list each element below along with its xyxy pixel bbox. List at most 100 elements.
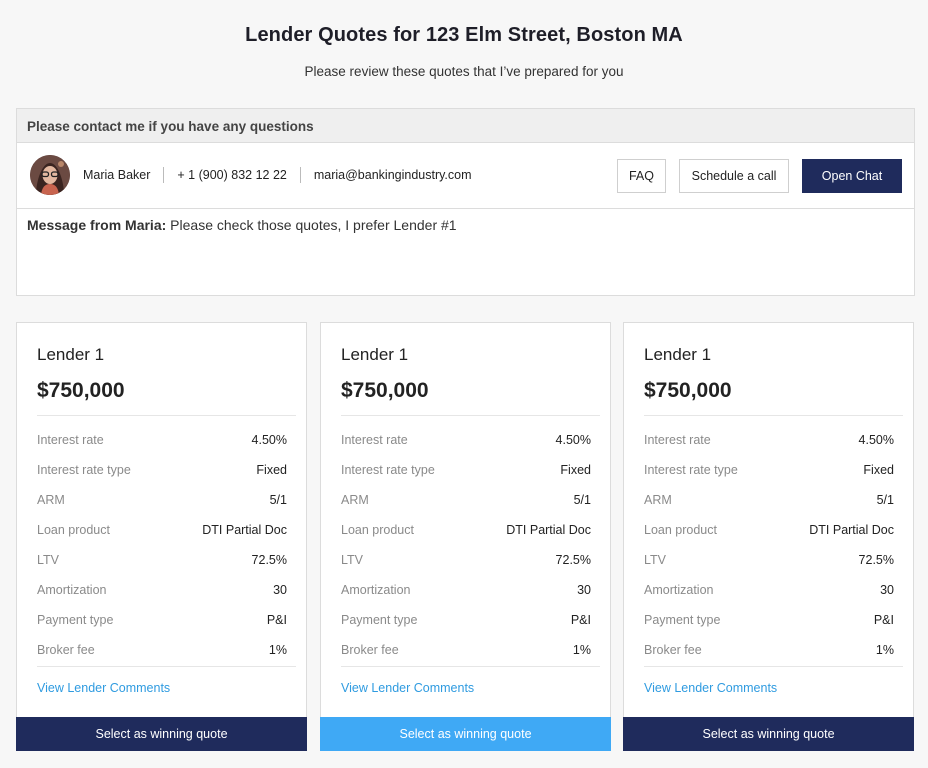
detail-row-interest-rate: Interest rate 4.50% bbox=[644, 425, 894, 455]
detail-label: Payment type bbox=[37, 613, 114, 627]
quote-details: Interest rate 4.50% Interest rate type Fix… bbox=[37, 425, 287, 665]
detail-value: 72.5% bbox=[555, 553, 591, 567]
agent-message: Message from Maria: Please check those q… bbox=[17, 209, 914, 241]
page-title: Lender Quotes for 123 Elm Street, Boston… bbox=[245, 24, 683, 46]
select-winning-quote-button[interactable]: Select as winning quote bbox=[16, 717, 307, 751]
lender-name: Lender 1 bbox=[644, 345, 712, 364]
detail-row-loan-product: Loan product DTI Partial Doc bbox=[37, 515, 287, 545]
page-subtitle: Please review these quotes that I’ve pre… bbox=[304, 64, 624, 79]
view-lender-comments-link[interactable]: View Lender Comments bbox=[37, 681, 170, 695]
detail-label: Loan product bbox=[644, 523, 717, 537]
detail-label: Amortization bbox=[37, 583, 107, 597]
detail-value: DTI Partial Doc bbox=[506, 523, 591, 537]
divider bbox=[299, 167, 301, 183]
detail-row-broker-fee: Broker fee 1% bbox=[644, 635, 894, 665]
faq-button[interactable]: FAQ bbox=[617, 159, 666, 193]
detail-row-arm: ARM 5/1 bbox=[37, 485, 287, 515]
detail-value: 1% bbox=[572, 643, 591, 657]
quote-details: Interest rate 4.50% Interest rate type Fix… bbox=[644, 425, 894, 665]
detail-row-loan-product: Loan product DTI Partial Doc bbox=[341, 515, 591, 545]
agent-contact-row: Maria Baker + 1 (900) 832 12 22 maria@ba… bbox=[17, 143, 914, 209]
detail-row-ltv: LTV 72.5% bbox=[644, 545, 894, 575]
detail-value: 5/1 bbox=[269, 493, 287, 507]
detail-label: Interest rate bbox=[341, 433, 408, 447]
schedule-call-button[interactable]: Schedule a call bbox=[679, 159, 789, 193]
agent-email[interactable]: maria@bankingindustry.com bbox=[314, 168, 472, 182]
detail-label: LTV bbox=[341, 553, 363, 567]
view-lender-comments-link[interactable]: View Lender Comments bbox=[644, 681, 777, 695]
quote-details: Interest rate 4.50% Interest rate type Fix… bbox=[341, 425, 591, 665]
divider bbox=[644, 415, 903, 416]
contact-info: Maria Baker + 1 (900) 832 12 22 maria@ba… bbox=[83, 167, 472, 183]
detail-label: Broker fee bbox=[37, 643, 95, 657]
detail-row-ltv: LTV 72.5% bbox=[341, 545, 591, 575]
detail-label: Broker fee bbox=[341, 643, 399, 657]
detail-value: Fixed bbox=[560, 463, 591, 477]
detail-row-amortization: Amortization 30 bbox=[644, 575, 894, 605]
divider bbox=[37, 415, 296, 416]
quote-card: Lender 1 $750,000 Interest rate 4.50% Int… bbox=[16, 322, 307, 751]
view-lender-comments-link[interactable]: View Lender Comments bbox=[341, 681, 474, 695]
avatar bbox=[30, 155, 70, 195]
detail-value: DTI Partial Doc bbox=[809, 523, 894, 537]
detail-value: 30 bbox=[577, 583, 591, 597]
detail-value: Fixed bbox=[256, 463, 287, 477]
detail-row-interest-rate: Interest rate 4.50% bbox=[37, 425, 287, 455]
detail-row-amortization: Amortization 30 bbox=[37, 575, 287, 605]
detail-label: Payment type bbox=[341, 613, 418, 627]
divider bbox=[341, 415, 600, 416]
divider bbox=[37, 666, 296, 667]
detail-label: ARM bbox=[341, 493, 369, 507]
detail-value: 4.50% bbox=[251, 433, 287, 447]
detail-value: DTI Partial Doc bbox=[202, 523, 287, 537]
detail-value: P&I bbox=[873, 613, 894, 627]
detail-label: Interest rate bbox=[37, 433, 104, 447]
detail-label: Broker fee bbox=[644, 643, 702, 657]
detail-row-interest-rate-type: Interest rate type Fixed bbox=[37, 455, 287, 485]
detail-value: 5/1 bbox=[876, 493, 894, 507]
select-winning-quote-button[interactable]: Select as winning quote bbox=[623, 717, 914, 751]
divider bbox=[341, 666, 600, 667]
message-text: Please check those quotes, I prefer Lend… bbox=[166, 217, 457, 233]
detail-row-payment-type: Payment type P&I bbox=[37, 605, 287, 635]
detail-value: 30 bbox=[273, 583, 287, 597]
detail-label: Interest rate bbox=[644, 433, 711, 447]
detail-value: 1% bbox=[268, 643, 287, 657]
agent-phone[interactable]: + 1 (900) 832 12 22 bbox=[177, 168, 286, 182]
detail-label: ARM bbox=[37, 493, 65, 507]
detail-label: LTV bbox=[644, 553, 666, 567]
detail-label: Loan product bbox=[341, 523, 414, 537]
detail-row-amortization: Amortization 30 bbox=[341, 575, 591, 605]
detail-label: Amortization bbox=[341, 583, 411, 597]
divider bbox=[644, 666, 903, 667]
detail-value: 72.5% bbox=[251, 553, 287, 567]
detail-value: 4.50% bbox=[858, 433, 894, 447]
detail-value: 30 bbox=[880, 583, 894, 597]
quote-card: Lender 1 $750,000 Interest rate 4.50% Int… bbox=[320, 322, 611, 751]
lender-name: Lender 1 bbox=[37, 345, 105, 364]
detail-row-arm: ARM 5/1 bbox=[341, 485, 591, 515]
detail-label: ARM bbox=[644, 493, 672, 507]
detail-value: 72.5% bbox=[858, 553, 894, 567]
detail-label: Loan product bbox=[37, 523, 110, 537]
detail-value: P&I bbox=[266, 613, 287, 627]
detail-value: 4.50% bbox=[555, 433, 591, 447]
open-chat-button[interactable]: Open Chat bbox=[802, 159, 902, 193]
select-winning-quote-button[interactable]: Select as winning quote bbox=[320, 717, 611, 751]
loan-amount: $750,000 bbox=[341, 379, 429, 402]
detail-label: Interest rate type bbox=[341, 463, 435, 477]
loan-amount: $750,000 bbox=[37, 379, 125, 402]
detail-row-arm: ARM 5/1 bbox=[644, 485, 894, 515]
contact-heading: Please contact me if you have any questi… bbox=[17, 109, 914, 143]
detail-value: 5/1 bbox=[573, 493, 591, 507]
message-prefix: Message from Maria: bbox=[27, 217, 167, 233]
contact-panel: Please contact me if you have any questi… bbox=[16, 108, 915, 296]
detail-row-payment-type: Payment type P&I bbox=[644, 605, 894, 635]
lender-name: Lender 1 bbox=[341, 345, 409, 364]
detail-label: LTV bbox=[37, 553, 59, 567]
detail-value: 1% bbox=[875, 643, 894, 657]
detail-row-interest-rate-type: Interest rate type Fixed bbox=[341, 455, 591, 485]
detail-label: Amortization bbox=[644, 583, 714, 597]
detail-row-loan-product: Loan product DTI Partial Doc bbox=[644, 515, 894, 545]
detail-value: Fixed bbox=[863, 463, 894, 477]
